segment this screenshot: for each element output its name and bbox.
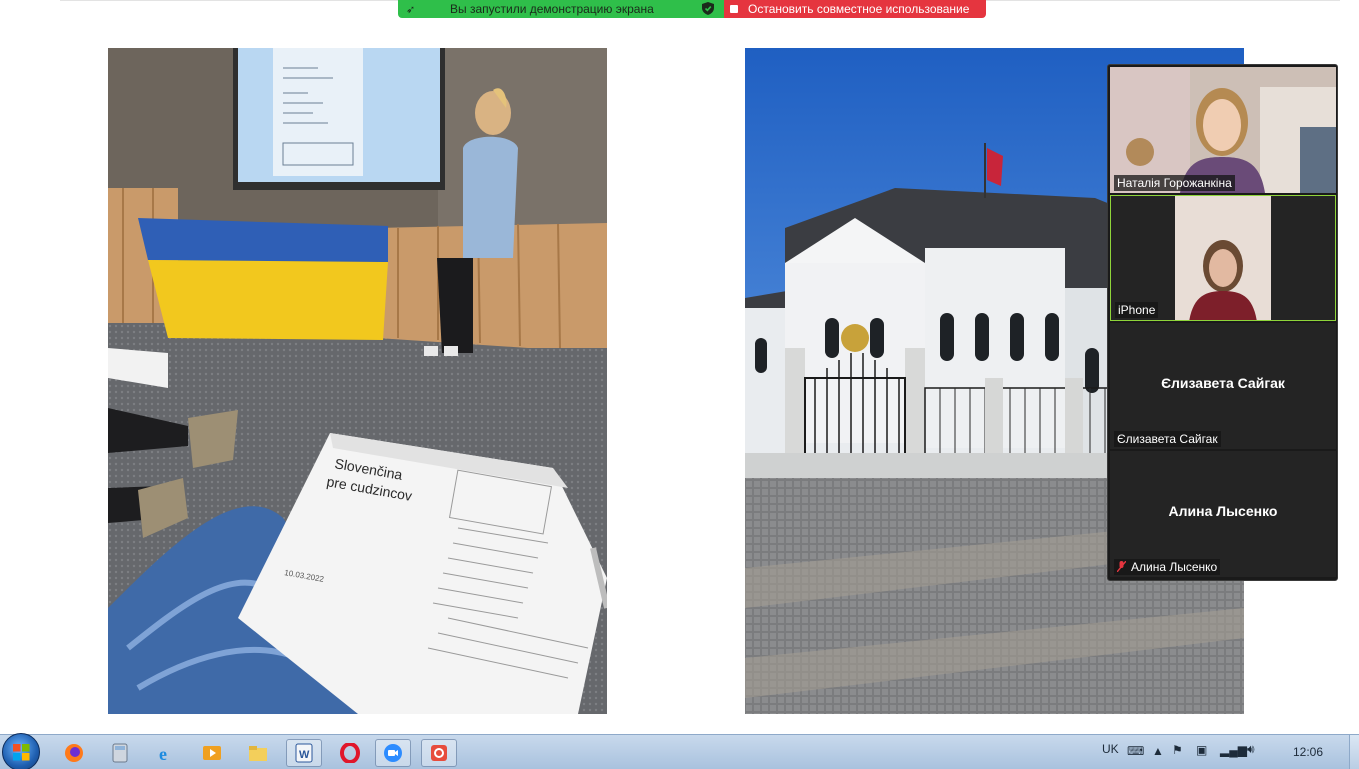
show-hidden-icons-icon[interactable]: ▲ — [1152, 744, 1164, 758]
windows-logo-icon — [13, 744, 30, 761]
keyboard-icon[interactable]: ⌨ — [1127, 744, 1144, 758]
volume-icon[interactable]: 🔊︎ — [1247, 742, 1255, 757]
svg-text:e: e — [159, 744, 167, 763]
participant-name: Наталія Горожанкіна — [1114, 175, 1235, 191]
participant-name-tag: Алина Лысенко — [1114, 559, 1221, 575]
participant-tile[interactable]: Алина Лысенко Алина Лысенко — [1110, 451, 1336, 577]
network-adapter-icon[interactable]: ▣ — [1196, 743, 1207, 757]
clock[interactable]: 12:06 — [1293, 745, 1323, 759]
stop-icon — [730, 5, 738, 13]
word-icon[interactable]: W — [286, 739, 322, 767]
participant-display-name: Єлизавета Сайгак — [1161, 375, 1285, 391]
language-indicator[interactable]: UK — [1102, 742, 1119, 756]
shield-icon — [702, 2, 714, 15]
stop-share-button[interactable]: Остановить совместное использование — [724, 0, 986, 18]
participant-name: Алина Лысенко — [1131, 560, 1218, 574]
signal-strength-icon[interactable]: ▂▄▆ — [1220, 743, 1247, 757]
screen-share-bar: ➶ Вы запустили демонстрацию экрана Остан… — [398, 0, 986, 18]
screen: ➶ Вы запустили демонстрацию экрана Остан… — [0, 0, 1359, 769]
participant-name: Єлизавета Сайгак — [1114, 431, 1221, 447]
participant-tile[interactable]: Єлизавета Сайгак Єлизавета Сайгак — [1110, 323, 1336, 449]
calculator-icon[interactable] — [102, 739, 138, 767]
svg-text:W: W — [299, 749, 310, 761]
participant-tile[interactable]: Наталія Горожанкіна — [1110, 67, 1336, 193]
firefox-icon[interactable] — [56, 739, 92, 767]
media-player-icon[interactable] — [194, 739, 230, 767]
stop-share-label: Остановить совместное использование — [748, 2, 970, 16]
taskbar: e W UK ⌨ ▲ ⚑ ▣ ▂▄▆ 🔊︎ 12:06 — [0, 733, 1359, 769]
action-center-flag-icon[interactable]: ⚑ — [1172, 743, 1183, 757]
file-explorer-icon[interactable] — [240, 739, 276, 767]
slide-photo-classroom: Slovenčina pre cudzincov 10.03.2022 — [108, 48, 607, 714]
snipping-tool-icon[interactable] — [421, 739, 457, 767]
start-button[interactable] — [2, 733, 40, 769]
show-desktop-button[interactable] — [1349, 735, 1359, 769]
mic-muted-icon — [1117, 561, 1126, 572]
participants-panel: Наталія Горожанкіна iPhone Єлизавета Сай… — [1107, 64, 1338, 581]
share-arrow-icon: ➶ — [406, 3, 416, 16]
participant-display-name: Алина Лысенко — [1168, 503, 1278, 519]
internet-explorer-icon[interactable]: e — [148, 739, 184, 767]
participant-tile-active-speaker[interactable]: iPhone — [1110, 195, 1336, 321]
share-status[interactable]: ➶ Вы запустили демонстрацию экрана — [398, 0, 724, 18]
participant-name: iPhone — [1115, 302, 1159, 318]
classroom-photo: Slovenčina pre cudzincov 10.03.2022 — [108, 48, 607, 714]
opera-icon[interactable] — [332, 739, 368, 767]
zoom-icon[interactable] — [375, 739, 411, 767]
share-status-text: Вы запустили демонстрацию экрана — [450, 2, 654, 16]
